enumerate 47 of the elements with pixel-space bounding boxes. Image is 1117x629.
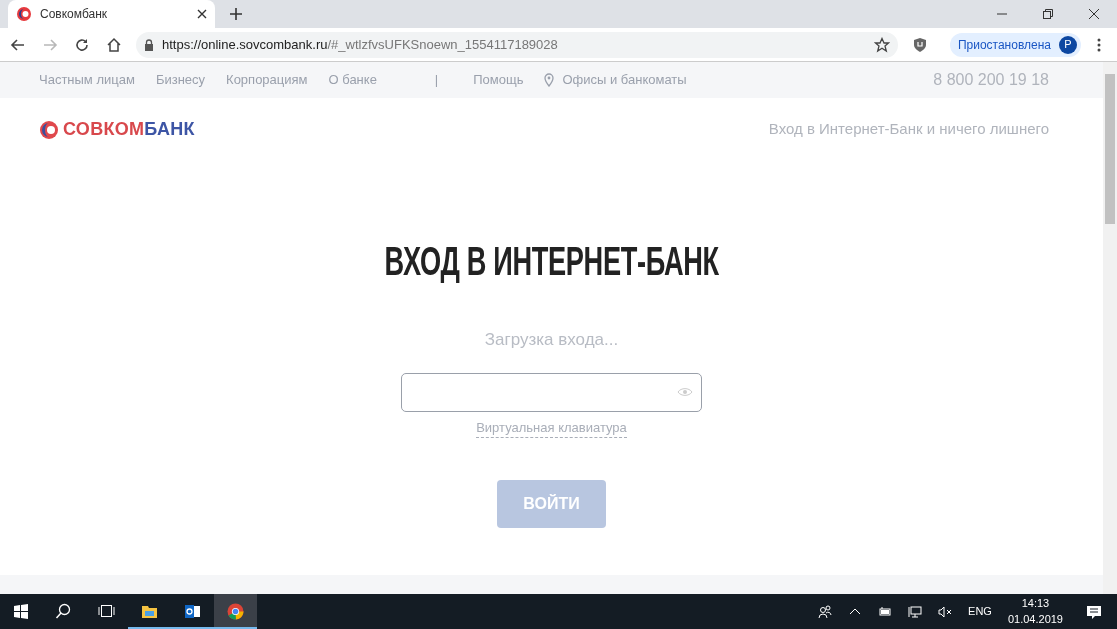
nav-link[interactable]: Частным лицам xyxy=(39,70,135,90)
tagline-text: Вход в Интернет-Банк и ничего лишнего xyxy=(768,119,1049,140)
mail-app-icon xyxy=(184,603,201,620)
nav-link[interactable]: Бизнесу xyxy=(155,70,206,90)
nav-link[interactable]: Помощь xyxy=(473,70,524,90)
tab-title: Совкомбанк xyxy=(40,6,109,23)
search-icon xyxy=(55,603,72,620)
browser-icon xyxy=(227,603,244,620)
language-indicator[interactable]: ENG xyxy=(968,603,992,620)
nav-separator: | xyxy=(434,71,439,90)
windows-logo-icon xyxy=(12,603,30,620)
restore-icon[interactable] xyxy=(1042,8,1054,20)
new-tab-icon[interactable] xyxy=(229,7,243,21)
reload-icon[interactable] xyxy=(74,36,90,53)
clock[interactable]: 14:13 01.04.2019 xyxy=(1007,596,1063,627)
scrollbar-thumb[interactable] xyxy=(1105,74,1115,224)
profile-button[interactable]: Приостановлена P xyxy=(949,32,1081,57)
star-icon[interactable] xyxy=(873,36,890,53)
notification-icon[interactable] xyxy=(1086,603,1102,620)
home-icon[interactable] xyxy=(106,36,122,53)
menu-icon[interactable] xyxy=(1097,37,1101,52)
browser-tab[interactable]: Совкомбанк xyxy=(8,0,215,28)
task-view-icon xyxy=(98,603,115,620)
url-text: https://online.sovcombank.ru/#_wtlzfvsUFKSnoewn_1554117189028 xyxy=(162,35,559,54)
people-icon[interactable] xyxy=(817,603,834,620)
lock-icon xyxy=(144,38,154,51)
back-arrow-icon[interactable] xyxy=(10,36,26,53)
nav-link[interactable]: Корпорациям xyxy=(226,70,308,90)
logo-wordmark: СОВКОМБАНК xyxy=(63,118,195,141)
page-heading: ВХОД В ИНТЕРНЕТ-БАНК xyxy=(384,238,719,285)
nav-link[interactable]: Офисы и банкоматы xyxy=(544,70,687,90)
shield-icon[interactable] xyxy=(912,36,927,53)
network-icon[interactable] xyxy=(907,603,924,620)
close-icon[interactable] xyxy=(1088,8,1100,20)
avatar-circle: P xyxy=(1059,35,1077,54)
phone-number[interactable]: 8 800 200 19 18 xyxy=(933,68,1049,92)
loading-status: Загрузка входа... xyxy=(484,329,619,351)
logo-icon xyxy=(39,119,59,140)
nav-link[interactable]: О банке xyxy=(328,70,377,90)
location-pin-icon xyxy=(544,73,555,87)
favicon-icon xyxy=(16,6,32,22)
folder-icon xyxy=(141,603,158,620)
close-icon[interactable] xyxy=(197,9,207,19)
virtual-keyboard-link[interactable]: Виртуальная клавиатура xyxy=(476,417,627,438)
address-bar[interactable]: https://online.sovcombank.ru/#_wtlzfvsUFKSnoewn_1554117189028 xyxy=(136,31,898,58)
eye-icon xyxy=(677,387,693,397)
password-field[interactable] xyxy=(401,372,702,412)
